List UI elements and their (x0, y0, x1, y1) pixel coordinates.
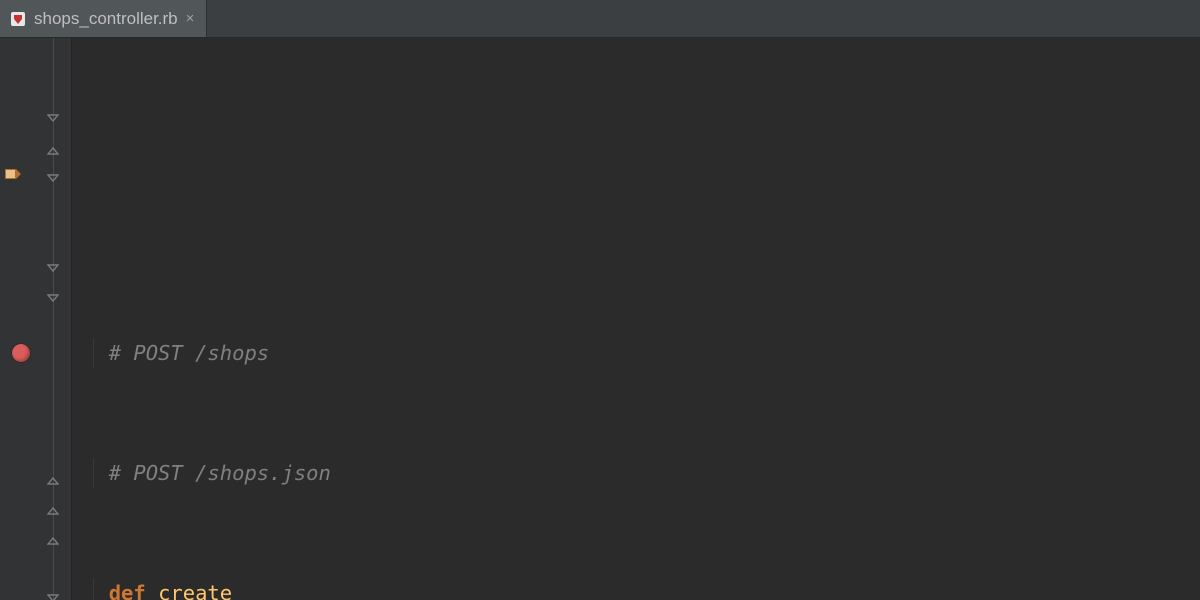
tab-bar: shops_controller.rb × (0, 0, 1200, 38)
editor-body: # POST /shops # POST /shops.json def cre… (0, 38, 1200, 600)
code-line: def create (72, 578, 1200, 600)
code-line (72, 218, 1200, 248)
fold-collapse-icon[interactable] (47, 107, 59, 119)
ruby-file-icon (10, 11, 26, 27)
fold-end-icon[interactable] (47, 497, 59, 509)
code-line: # POST /shops (72, 338, 1200, 368)
gutter[interactable] (0, 38, 72, 600)
execution-point-icon[interactable] (4, 164, 22, 182)
breakpoint-icon[interactable] (12, 344, 30, 362)
fold-collapse-icon[interactable] (47, 587, 59, 599)
code-line: # POST /shops.json (72, 458, 1200, 488)
fold-collapse-icon[interactable] (47, 287, 59, 299)
close-tab-icon[interactable]: × (186, 10, 195, 27)
code-area[interactable]: # POST /shops # POST /shops.json def cre… (72, 38, 1200, 600)
code-line (72, 128, 1200, 158)
editor-tab[interactable]: shops_controller.rb × (0, 0, 207, 37)
tab-filename: shops_controller.rb (34, 9, 178, 29)
fold-end-icon[interactable] (47, 527, 59, 539)
fold-end-icon[interactable] (47, 467, 59, 479)
fold-collapse-icon[interactable] (47, 257, 59, 269)
fold-end-icon[interactable] (47, 137, 59, 149)
fold-collapse-icon[interactable] (47, 167, 59, 179)
